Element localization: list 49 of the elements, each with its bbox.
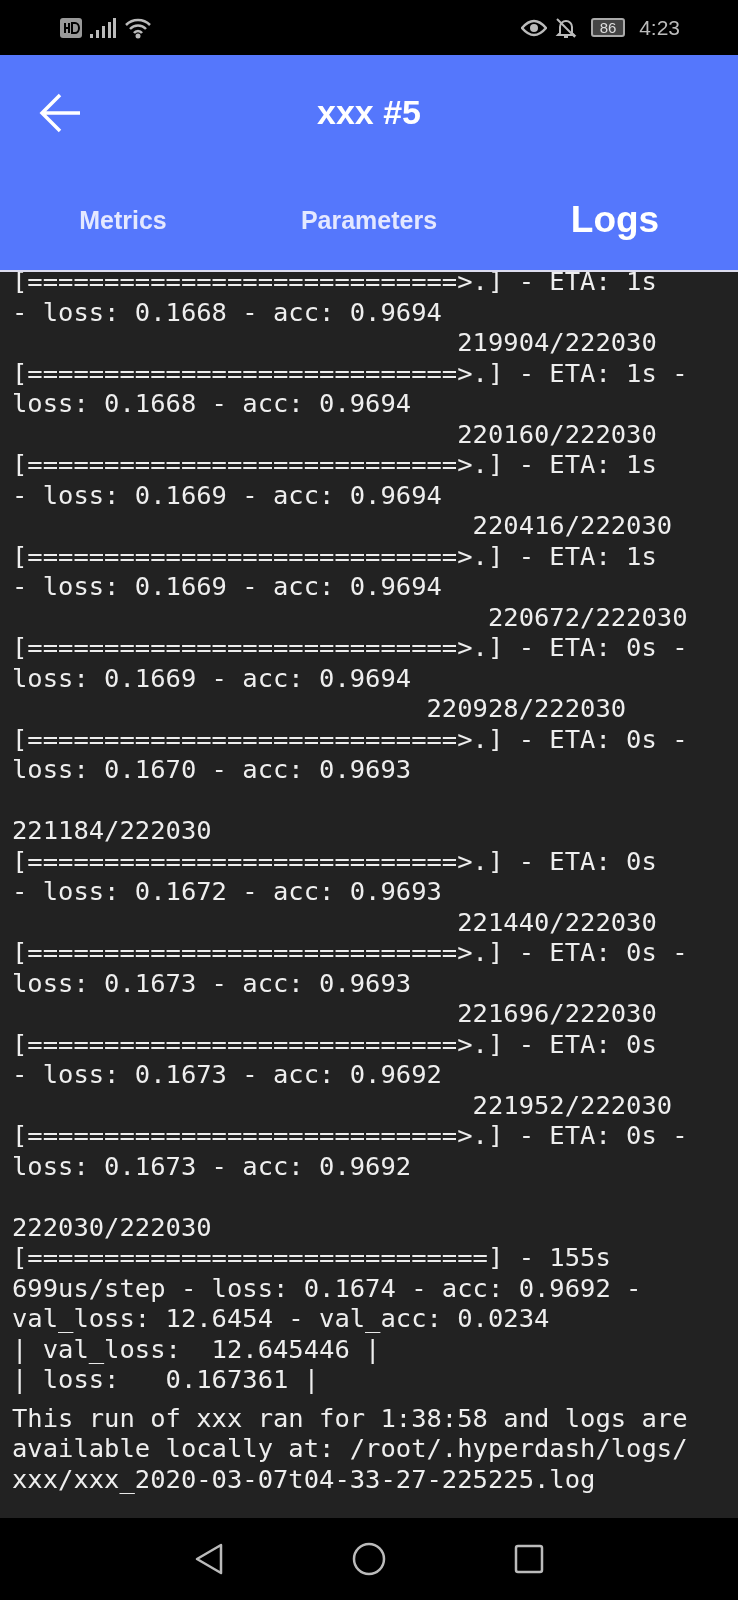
wifi-icon	[124, 16, 152, 39]
log-line: | val_loss: 12.645446 |	[12, 1333, 381, 1365]
log-line: val_loss: 12.6454 - val_acc: 0.0234	[12, 1303, 550, 1334]
log-line: loss: 0.1670 - acc: 0.9693	[12, 754, 412, 785]
hd-icon	[60, 17, 82, 38]
screen-title: xxx #5	[317, 93, 421, 132]
eye-icon	[521, 18, 548, 37]
log-line: - loss: 0.1673 - acc: 0.9692	[12, 1059, 442, 1090]
bell-off-icon	[555, 16, 578, 39]
log-line: 699us/step - loss: 0.1674 - acc: 0.9692 -	[12, 1272, 642, 1304]
log-line: [============================>.] - ETA: 0s -	[12, 937, 688, 968]
log-line: [============================>.] - ETA: 1s	[12, 540, 657, 571]
log-line: [============================>.] - ETA: 0s	[12, 1028, 657, 1060]
log-line: 219904/222030	[456, 327, 657, 358]
recents-nav-icon[interactable]	[514, 1544, 544, 1574]
log-line: [============================>.] - ETA: 1s -	[12, 357, 688, 388]
log-line: [==============================] - 155s	[12, 1242, 611, 1273]
log-summary: This run of xxx ran for 1:38:58 and logs are available locally at: /root/.hyperdash/logs/xxx/xxx_2020-03-07t04-33-27-225225.log	[12, 1402, 688, 1495]
log-line: [============================>.] - ETA: 0s -	[12, 1120, 688, 1151]
log-line: - loss: 0.1669 - acc: 0.9694	[12, 479, 442, 510]
signal-icon	[90, 17, 116, 38]
log-line: loss: 0.1673 - acc: 0.9692	[12, 1150, 412, 1182]
log-line: [============================>.] - ETA: 1s	[12, 449, 657, 480]
back-nav-icon[interactable]	[194, 1542, 224, 1576]
log-line: | loss: 0.167361 |	[12, 1364, 320, 1395]
log-line: 221184/222030	[12, 815, 212, 846]
log-line: 220160/222030	[456, 418, 657, 449]
log-line: 221952/222030	[471, 1089, 673, 1121]
log-line: 220928/222030	[425, 693, 627, 724]
tab[interactable]: Metrics	[0, 195, 246, 245]
log-line: 220416/222030	[471, 510, 673, 541]
log-line: 221696/222030	[456, 998, 657, 1029]
log-line: [============================>.] - ETA: 0s -	[12, 723, 688, 754]
home-nav-icon[interactable]	[352, 1542, 386, 1576]
log-line: - loss: 0.1672 - acc: 0.9693	[12, 876, 442, 907]
tab[interactable]: Parameters	[246, 195, 492, 245]
log-line: [============================>.] - ETA: 0s -	[12, 632, 688, 663]
log-line: 221440/222030	[456, 906, 657, 938]
log-line: - loss: 0.1669 - acc: 0.9694	[12, 571, 442, 602]
tab[interactable]: Logs	[492, 189, 738, 251]
log-line: 222030/222030	[12, 1211, 212, 1243]
log-line: 220672/222030	[486, 601, 688, 632]
battery-indicator: 86	[591, 18, 626, 37]
log-line: loss: 0.1668 - acc: 0.9694	[12, 388, 412, 419]
log-line: loss: 0.1669 - acc: 0.9694	[12, 662, 412, 693]
clock: 4:23	[639, 15, 680, 40]
log-line: - loss: 0.1668 - acc: 0.9694	[12, 296, 442, 327]
log-line: loss: 0.1673 - acc: 0.9693	[12, 967, 412, 999]
log-line: [============================>.] - ETA: 0s	[12, 845, 657, 877]
